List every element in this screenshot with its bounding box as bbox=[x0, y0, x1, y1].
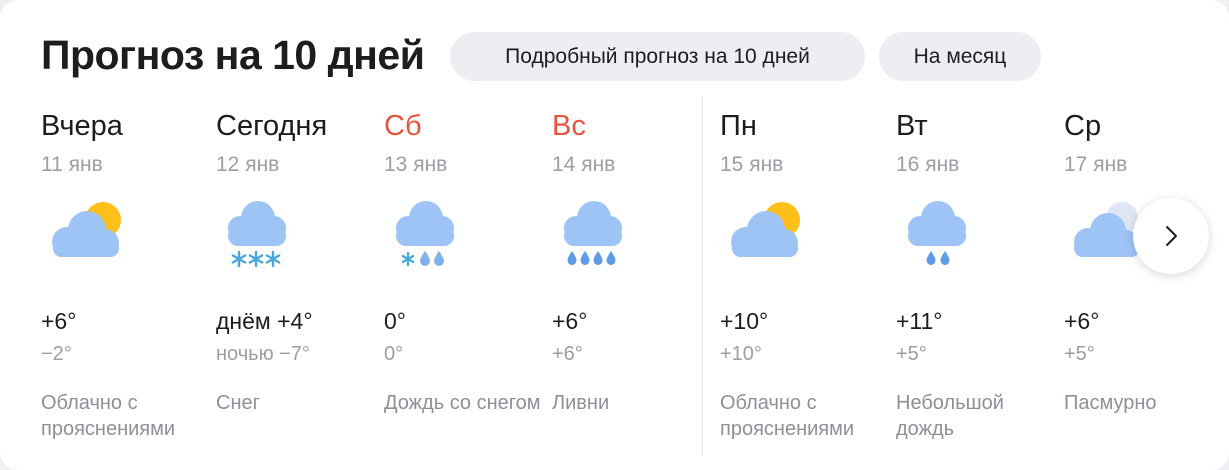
day-date: 15 янв bbox=[720, 153, 784, 176]
month-forecast-button[interactable]: На месяц bbox=[879, 32, 1041, 81]
showers-icon bbox=[564, 201, 622, 265]
weather-description: Дождь со снегом bbox=[384, 392, 541, 414]
next-days-button[interactable] bbox=[1133, 198, 1209, 274]
weather-description: Облачно с прояснениями bbox=[720, 392, 855, 440]
day-temperature: +10° bbox=[720, 308, 769, 334]
sleet-icon bbox=[396, 201, 454, 267]
day-date: 12 янв bbox=[216, 153, 280, 176]
chevron-right-icon bbox=[1166, 226, 1177, 246]
day-name: Вчера bbox=[41, 110, 123, 142]
partly-cloudy-icon bbox=[52, 202, 121, 257]
light-rain-icon bbox=[908, 201, 966, 265]
night-temperature: +5° bbox=[896, 343, 927, 365]
day-date: 17 янв bbox=[1064, 153, 1128, 176]
forecast-card: Прогноз на 10 дней Подробный прогноз на … bbox=[0, 0, 1229, 470]
day-date: 11 янв bbox=[41, 153, 103, 176]
day-date: 13 янв bbox=[384, 153, 448, 176]
day-column[interactable]: Сб 13 янв 0° 0° Дождь со снегом bbox=[384, 96, 544, 466]
day-column[interactable]: Вчера 11 янв +6° −2° Облачно с прояснени… bbox=[41, 96, 201, 466]
day-date: 14 янв bbox=[552, 153, 616, 176]
night-temperature: 0° bbox=[384, 343, 404, 365]
weather-description: Ливни bbox=[552, 392, 610, 414]
day-name: Сегодня bbox=[216, 110, 328, 142]
day-name: Вс bbox=[552, 110, 586, 142]
detailed-forecast-button[interactable]: Подробный прогноз на 10 дней bbox=[450, 32, 865, 81]
night-temperature: +5° bbox=[1064, 343, 1095, 365]
weather-description: Снег bbox=[216, 392, 260, 414]
weather-description: Пасмурно bbox=[1064, 392, 1157, 414]
page-title: Прогноз на 10 дней bbox=[41, 32, 425, 78]
night-temperature: −2° bbox=[41, 343, 72, 365]
night-temperature: +10° bbox=[720, 343, 762, 365]
day-temperature: днём +4° bbox=[216, 308, 313, 334]
day-name: Ср bbox=[1064, 110, 1102, 142]
snow-icon bbox=[228, 201, 286, 268]
partly-cloudy-icon bbox=[731, 202, 800, 257]
day-temperature: +6° bbox=[41, 308, 77, 334]
day-name: Пн bbox=[720, 110, 757, 142]
day-column[interactable]: Ср 17 янв +6° +5° Пасмурно bbox=[1064, 96, 1214, 466]
weather-description: Небольшой дождь bbox=[896, 392, 1004, 440]
night-temperature: +6° bbox=[552, 343, 583, 365]
day-name: Сб bbox=[384, 110, 422, 142]
weather-description: Облачно с прояснениями bbox=[41, 392, 176, 440]
day-temperature: +11° bbox=[896, 308, 943, 334]
day-name: Вт bbox=[896, 110, 928, 142]
day-column[interactable]: Вт 16 янв +11° +5° Небольшой дождь bbox=[896, 96, 1056, 466]
night-temperature: ночью −7° bbox=[216, 343, 310, 365]
day-temperature: +6° bbox=[552, 308, 588, 334]
day-temperature: +6° bbox=[1064, 308, 1100, 334]
day-temperature: 0° bbox=[384, 308, 406, 334]
day-column[interactable]: Сегодня 12 янв днём +4° ночью −7° Снег bbox=[216, 96, 376, 466]
day-date: 16 янв bbox=[896, 153, 960, 176]
day-column[interactable]: Вс 14 янв +6° +6° Ливни bbox=[552, 96, 692, 466]
day-column[interactable]: Пн 15 янв +10° +10° Облачно с прояснения… bbox=[720, 96, 880, 466]
